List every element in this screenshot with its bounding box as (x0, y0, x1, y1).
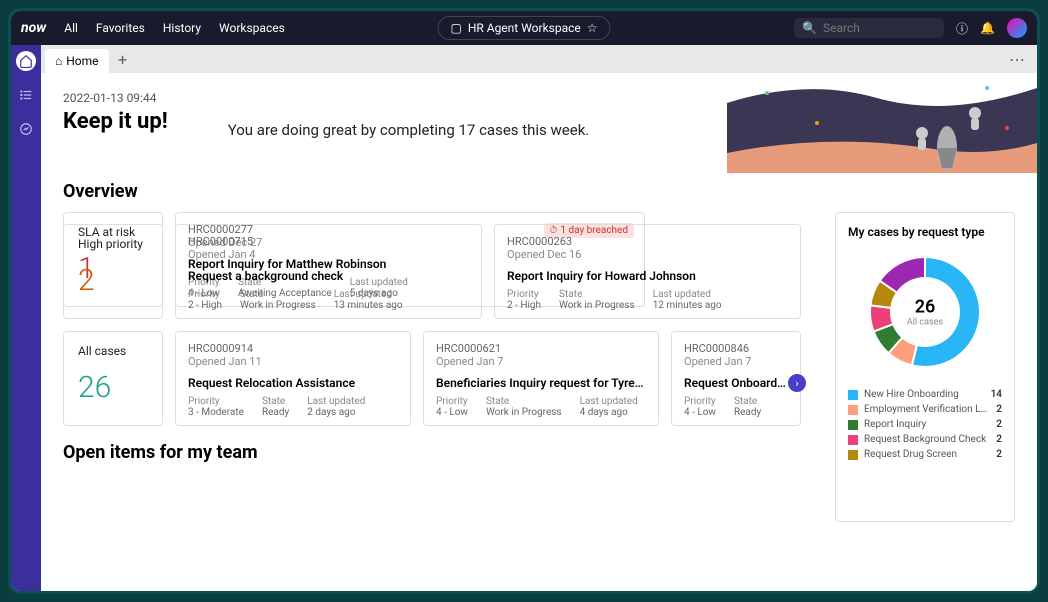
workspace-pill[interactable]: ▢ HR Agent Workspace ☆ (437, 16, 610, 40)
left-rail (11, 45, 41, 591)
window-icon: ▢ (450, 21, 461, 35)
stat-label: All cases (78, 344, 148, 358)
search-box[interactable]: 🔍 (794, 18, 944, 38)
legend-item[interactable]: Report Inquiry2 (848, 417, 1002, 432)
case-card[interactable]: HRC0000715 Opened Jan 4 Request a backgr… (175, 224, 482, 319)
search-icon: 🔍 (802, 21, 817, 35)
tab-home[interactable]: ⌂ Home (45, 49, 109, 73)
stat-high-priority[interactable]: High priority 2 (63, 224, 163, 319)
nav-history[interactable]: History (163, 21, 201, 35)
chart-legend: New Hire Onboarding14Employment Verifica… (848, 387, 1002, 462)
case-number: HRC0000914 (188, 342, 398, 355)
case-title: Beneficiaries Inquiry request for Tyree … (436, 376, 646, 390)
overview-heading: Overview (41, 173, 1037, 212)
rail-home-icon[interactable] (16, 51, 36, 71)
donut-center-label: All cases (907, 318, 943, 328)
legend-item[interactable]: Request Drug Screen2 (848, 447, 1002, 462)
case-opened: Opened Jan 4 (188, 248, 469, 261)
nav-all[interactable]: All (64, 21, 78, 35)
nav-workspaces[interactable]: Workspaces (219, 21, 285, 35)
bell-icon[interactable]: 🔔 (980, 21, 995, 35)
rail-list-icon[interactable] (16, 85, 36, 105)
case-card[interactable]: HRC0000621 Opened Jan 7 Beneficiaries In… (423, 331, 659, 426)
banner: 2022-01-13 09:44 Keep it up! You are doi… (41, 73, 1037, 173)
stat-value: 26 (78, 370, 148, 405)
stat-label: High priority (78, 237, 148, 251)
case-number: HRC0000715 (188, 235, 469, 248)
case-card[interactable]: HRC0000846 Opened Jan 7 Request Onboardi… (671, 331, 801, 426)
case-title: Request a background check (188, 269, 469, 283)
legend-item[interactable]: Request Background Check2 (848, 432, 1002, 447)
tab-add-button[interactable]: + (109, 47, 137, 71)
banner-illustration (727, 73, 1037, 173)
case-title: Request Relocation Assistance (188, 376, 398, 390)
tab-bar: ⌂ Home + ⋯ (41, 45, 1037, 73)
donut-chart[interactable]: 26 All cases (860, 247, 990, 377)
chart-card: My cases by request type 26 All cases Ne… (835, 212, 1015, 522)
case-title: Request Onboarding (684, 376, 788, 390)
donut-center-value: 26 (907, 297, 943, 318)
case-number: HRC0000263 (507, 235, 788, 248)
workspace-name: HR Agent Workspace (468, 21, 581, 35)
case-opened: Opened Jan 7 (684, 355, 788, 368)
top-nav: All Favorites History Workspaces (64, 21, 285, 35)
legend-item[interactable]: New Hire Onboarding14 (848, 387, 1002, 402)
case-number: HRC0000621 (436, 342, 646, 355)
nav-favorites[interactable]: Favorites (96, 21, 145, 35)
legend-item[interactable]: Employment Verification Letter2 (848, 402, 1002, 417)
case-number: HRC0000846 (684, 342, 788, 355)
case-opened: Opened Jan 7 (436, 355, 646, 368)
next-arrow-button[interactable]: › (788, 374, 806, 392)
tab-home-label: Home (66, 54, 98, 68)
case-opened: Opened Jan 11 (188, 355, 398, 368)
case-title: Report Inquiry for Howard Johnson (507, 269, 788, 283)
star-icon[interactable]: ☆ (587, 21, 598, 35)
stat-all-cases[interactable]: All cases 26 (63, 331, 163, 426)
case-opened: Opened Dec 16 (507, 248, 788, 261)
case-card[interactable]: HRC0000263 Opened Dec 16 Report Inquiry … (494, 224, 801, 319)
search-input[interactable] (823, 21, 923, 35)
banner-heading: Keep it up! (63, 109, 168, 134)
avatar[interactable] (1007, 18, 1027, 38)
logo: now (21, 20, 46, 36)
rail-chart-icon[interactable] (16, 119, 36, 139)
chart-title: My cases by request type (848, 225, 1002, 239)
banner-message: You are doing great by completing 17 cas… (228, 121, 590, 139)
tab-more-button[interactable]: ⋯ (1001, 50, 1033, 69)
stat-value: 2 (78, 263, 148, 298)
top-bar: now All Favorites History Workspaces ▢ H… (11, 11, 1037, 45)
case-card[interactable]: HRC0000914 Opened Jan 11 Request Relocat… (175, 331, 411, 426)
help-icon[interactable]: ⓘ (956, 20, 968, 37)
banner-timestamp: 2022-01-13 09:44 (63, 91, 168, 105)
home-icon: ⌂ (55, 54, 62, 68)
